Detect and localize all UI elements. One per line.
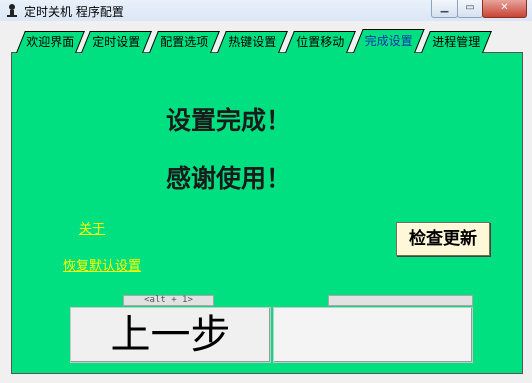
minimize-icon: ▁	[440, 2, 449, 13]
tab-label: 进程管理	[432, 35, 481, 49]
tab-finish[interactable]: 完成设置	[353, 29, 425, 53]
tab-label: 定时设置	[92, 35, 141, 49]
tab-options[interactable]: 配置选项	[149, 31, 220, 53]
maximize-button[interactable]: ▭	[457, 0, 483, 18]
next-step-button[interactable]	[273, 307, 473, 363]
tab-hotkeys[interactable]: 热键设置	[217, 31, 288, 53]
tab-label: 热键设置	[228, 35, 277, 49]
check-update-button[interactable]: 检查更新	[396, 222, 490, 256]
prev-hotkey-hint: <alt + 1>	[123, 295, 214, 306]
reset-defaults-link[interactable]: 恢复默认设置	[63, 255, 141, 274]
minimize-button[interactable]: ▁	[431, 0, 458, 18]
maximize-icon: ▭	[465, 2, 475, 13]
next-hotkey-hint	[328, 295, 473, 306]
about-link[interactable]: 关于	[79, 218, 105, 237]
tab-label: 配置选项	[160, 35, 209, 49]
close-icon: ✕	[500, 2, 509, 13]
tab-label: 欢迎界面	[26, 35, 75, 49]
headline: 设置完成！	[166, 106, 292, 135]
tab-position[interactable]: 位置移动	[285, 31, 356, 53]
app-window: 定时关机 程序配置 ▁ ▭ ✕ 设置完成！ 感谢使用！ 关于 恢复默认设置 欢迎…	[0, 0, 532, 383]
app-icon	[7, 4, 17, 17]
close-button[interactable]: ✕	[482, 0, 527, 18]
tab-timer[interactable]: 定时设置	[81, 31, 152, 53]
tab-label: 位置移动	[296, 35, 345, 49]
window-title: 定时关机 程序配置	[24, 5, 124, 19]
tab-processes[interactable]: 进程管理	[421, 31, 492, 53]
title-bar: 定时关机 程序配置 ▁ ▭ ✕	[0, 0, 532, 22]
prev-step-button[interactable]: 上一步	[70, 307, 271, 363]
thanks-text: 感谢使用！	[166, 164, 292, 193]
tab-label: 完成设置	[364, 34, 413, 48]
tab-welcome[interactable]: 欢迎界面	[16, 31, 85, 53]
